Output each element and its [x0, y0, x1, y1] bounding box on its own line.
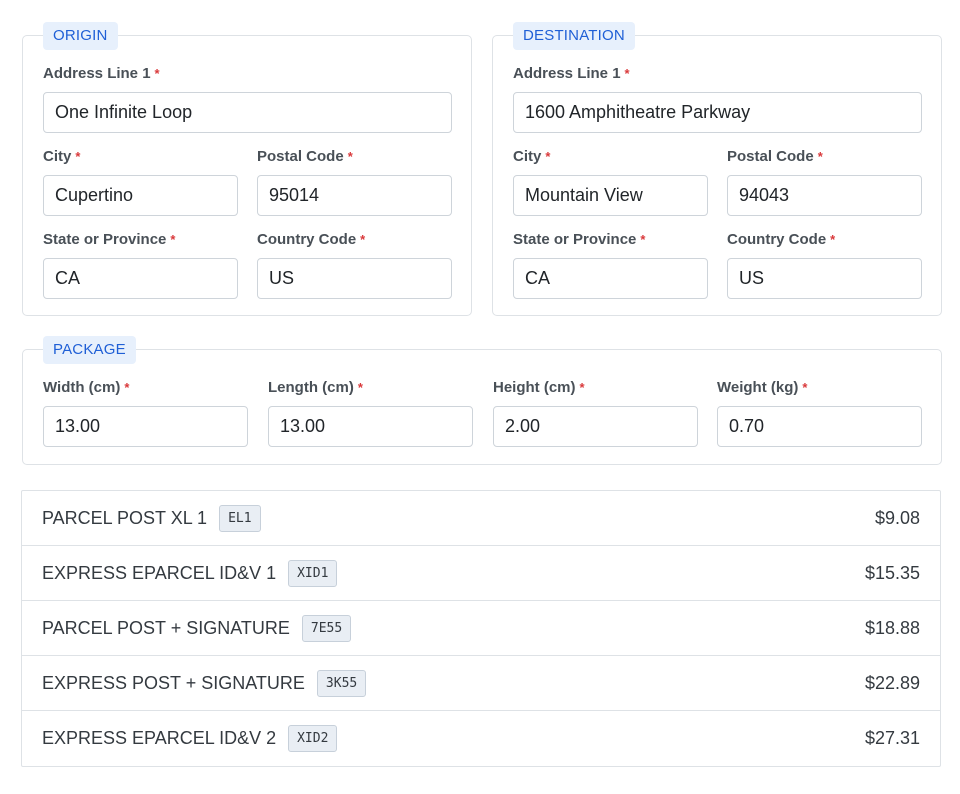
package-weight-label: Weight (kg): [717, 379, 799, 396]
required-marker: *: [545, 149, 551, 164]
destination-city-input[interactable]: [513, 175, 708, 216]
rate-row[interactable]: PARCEL POST + SIGNATURE 7E55 $18.88: [22, 601, 940, 656]
package-length-label: Length (cm): [268, 379, 354, 396]
destination-fieldset: DESTINATION Address Line 1* City* Postal…: [492, 22, 942, 316]
rates-list: PARCEL POST XL 1 EL1 $9.08 EXPRESS EPARC…: [21, 490, 941, 767]
required-marker: *: [154, 66, 160, 81]
destination-country-label: Country Code: [727, 231, 827, 248]
package-width-group: Width (cm) *: [43, 379, 248, 447]
rate-name: PARCEL POST XL 1: [42, 507, 208, 528]
required-marker: *: [357, 380, 363, 395]
origin-fieldset: ORIGIN Address Line 1* City* Postal Code…: [22, 22, 472, 316]
rate-name: EXPRESS POST + SIGNATURE: [42, 672, 305, 693]
package-width-label: Width (cm): [43, 379, 121, 396]
required-marker: *: [802, 380, 808, 395]
origin-postal-label: Postal Code: [257, 148, 344, 165]
origin-postal-group: Postal Code *: [257, 148, 452, 216]
package-height-group: Height (cm) *: [493, 379, 698, 447]
destination-state-label: State or Province: [513, 231, 637, 248]
origin-address-group: Address Line 1 *: [43, 65, 452, 133]
rate-row[interactable]: EXPRESS POST + SIGNATURE 3K55 $22.89: [22, 656, 940, 711]
destination-legend: DESTINATION: [513, 22, 635, 50]
required-marker: *: [579, 380, 585, 395]
required-marker: *: [830, 232, 836, 247]
rate-row[interactable]: PARCEL POST XL 1 EL1 $9.08: [22, 491, 940, 546]
destination-address-group: Address Line 1 *: [513, 65, 922, 133]
package-weight-input[interactable]: [717, 406, 922, 447]
origin-postal-input[interactable]: [257, 175, 452, 216]
origin-state-group: State or Province *: [43, 231, 238, 299]
destination-address-label: Address Line 1: [513, 65, 621, 82]
origin-city-label: City: [43, 148, 72, 165]
rate-price: $22.89: [864, 672, 920, 693]
required-marker: *: [624, 66, 630, 81]
package-length-group: Length (cm) *: [268, 379, 473, 447]
package-length-input[interactable]: [268, 406, 473, 447]
rate-code-badge: EL1: [219, 504, 261, 532]
origin-city-input[interactable]: [43, 175, 238, 216]
rate-name: PARCEL POST + SIGNATURE: [42, 617, 290, 638]
rate-row[interactable]: EXPRESS EPARCEL ID&V 1 XID1 $15.35: [22, 546, 940, 601]
destination-state-input[interactable]: [513, 258, 708, 299]
origin-country-group: Country Code *: [257, 231, 452, 299]
origin-state-label: State or Province: [43, 231, 167, 248]
package-fieldset: PACKAGE Width (cm)* Length (cm)* Height …: [22, 336, 942, 465]
required-marker: *: [360, 232, 366, 247]
origin-address-label: Address Line 1: [43, 65, 151, 82]
destination-postal-label: Postal Code: [727, 148, 814, 165]
rate-price: $15.35: [864, 562, 920, 583]
rate-name: EXPRESS EPARCEL ID&V 2: [42, 728, 277, 748]
destination-state-group: State or Province *: [513, 231, 708, 299]
rate-price: $9.08: [874, 507, 920, 528]
destination-address-input[interactable]: [513, 92, 922, 133]
package-height-input[interactable]: [493, 406, 698, 447]
required-marker: *: [170, 232, 176, 247]
origin-state-input[interactable]: [43, 258, 238, 299]
origin-country-label: Country Code: [257, 231, 357, 248]
required-marker: *: [817, 149, 823, 164]
rate-name: EXPRESS EPARCEL ID&V 1: [42, 562, 277, 583]
package-weight-group: Weight (kg) *: [717, 379, 922, 447]
destination-city-label: City: [513, 148, 542, 165]
package-height-label: Height (cm): [493, 379, 576, 396]
required-marker: *: [124, 380, 130, 395]
rate-code-badge: XID1: [288, 559, 338, 587]
package-width-input[interactable]: [43, 406, 248, 447]
origin-city-group: City *: [43, 148, 238, 216]
destination-country-group: Country Code *: [727, 231, 922, 299]
destination-country-input[interactable]: [727, 258, 922, 299]
origin-address-input[interactable]: [43, 92, 452, 133]
rate-code-badge: 3K55: [316, 669, 367, 697]
required-marker: *: [75, 149, 81, 164]
rate-row[interactable]: EXPRESS EPARCEL ID&V 2 XID2 $27.31: [22, 711, 940, 766]
package-legend: PACKAGE: [43, 336, 136, 364]
required-marker: *: [347, 149, 353, 164]
origin-country-input[interactable]: [257, 258, 452, 299]
required-marker: *: [640, 232, 646, 247]
destination-postal-group: Postal Code *: [727, 148, 922, 216]
rate-price: $18.88: [864, 617, 920, 638]
origin-legend: ORIGIN: [43, 22, 118, 50]
destination-postal-input[interactable]: [727, 175, 922, 216]
rate-price: $27.31: [864, 728, 920, 748]
destination-city-group: City *: [513, 148, 708, 216]
rate-code-badge: 7E55: [301, 614, 352, 642]
rate-code-badge: XID2: [288, 725, 338, 752]
